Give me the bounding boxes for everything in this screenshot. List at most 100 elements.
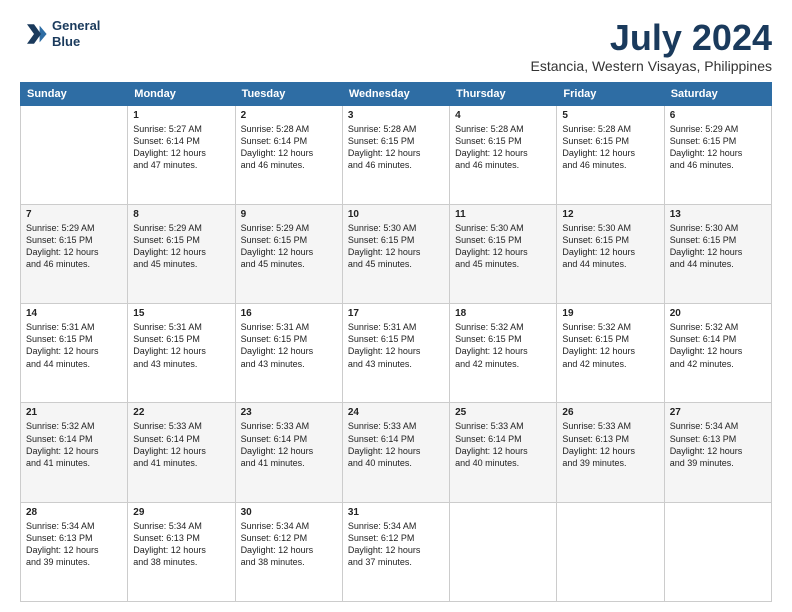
- calendar-cell: 26 Sunrise: 5:33 AM Sunset: 6:13 PM Dayli…: [557, 403, 664, 502]
- calendar-table: SundayMondayTuesdayWednesdayThursdayFrid…: [20, 82, 772, 602]
- calendar-cell: 15 Sunrise: 5:31 AM Sunset: 6:15 PM Dayli…: [128, 304, 235, 403]
- week-row: 7Sunrise: 5:29 AM Sunset: 6:15 PM Daylig…: [21, 204, 772, 303]
- calendar-cell: 31 Sunrise: 5:34 AM Sunset: 6:12 PM Dayli…: [342, 502, 449, 601]
- calendar-cell: 5 Sunrise: 5:28 AM Sunset: 6:15 PM Daylig…: [557, 105, 664, 204]
- day-info: Sunrise: 5:30 AM Sunset: 6:15 PM Dayligh…: [562, 222, 658, 271]
- title-block: July 2024 Estancia, Western Visayas, Phi…: [531, 18, 773, 74]
- day-number: 18: [455, 308, 551, 319]
- calendar-cell: 29Sunrise: 5:34 AM Sunset: 6:13 PM Dayli…: [128, 502, 235, 601]
- weekday-header-thursday: Thursday: [450, 82, 557, 105]
- weekday-header-monday: Monday: [128, 82, 235, 105]
- calendar-cell: 20 Sunrise: 5:32 AM Sunset: 6:14 PM Dayli…: [664, 304, 771, 403]
- day-info: Sunrise: 5:33 AM Sunset: 6:14 PM Dayligh…: [133, 420, 229, 469]
- day-number: 23: [241, 407, 337, 418]
- day-info: Sunrise: 5:29 AM Sunset: 6:15 PM Dayligh…: [26, 222, 122, 271]
- calendar-cell: 8 Sunrise: 5:29 AM Sunset: 6:15 PM Daylig…: [128, 204, 235, 303]
- calendar-cell: 22 Sunrise: 5:33 AM Sunset: 6:14 PM Dayli…: [128, 403, 235, 502]
- calendar-cell: 4 Sunrise: 5:28 AM Sunset: 6:15 PM Daylig…: [450, 105, 557, 204]
- day-info: Sunrise: 5:31 AM Sunset: 6:15 PM Dayligh…: [26, 321, 122, 370]
- calendar-cell: 3 Sunrise: 5:28 AM Sunset: 6:15 PM Daylig…: [342, 105, 449, 204]
- day-number: 11: [455, 209, 551, 220]
- day-number: 30: [241, 507, 337, 518]
- calendar-cell: 28Sunrise: 5:34 AM Sunset: 6:13 PM Dayli…: [21, 502, 128, 601]
- day-number: 25: [455, 407, 551, 418]
- day-info: Sunrise: 5:31 AM Sunset: 6:15 PM Dayligh…: [241, 321, 337, 370]
- location: Estancia, Western Visayas, Philippines: [531, 58, 773, 74]
- day-number: 4: [455, 110, 551, 121]
- calendar-cell: 6Sunrise: 5:29 AM Sunset: 6:15 PM Daylig…: [664, 105, 771, 204]
- day-info: Sunrise: 5:32 AM Sunset: 6:15 PM Dayligh…: [455, 321, 551, 370]
- day-info: Sunrise: 5:34 AM Sunset: 6:12 PM Dayligh…: [348, 520, 444, 569]
- calendar-cell: 27 Sunrise: 5:34 AM Sunset: 6:13 PM Dayli…: [664, 403, 771, 502]
- day-number: 8: [133, 209, 229, 220]
- calendar-cell: 25Sunrise: 5:33 AM Sunset: 6:14 PM Dayli…: [450, 403, 557, 502]
- day-info: Sunrise: 5:28 AM Sunset: 6:15 PM Dayligh…: [455, 123, 551, 172]
- weekday-header-wednesday: Wednesday: [342, 82, 449, 105]
- calendar-cell: [450, 502, 557, 601]
- day-info: Sunrise: 5:31 AM Sunset: 6:15 PM Dayligh…: [133, 321, 229, 370]
- day-number: 31: [348, 507, 444, 518]
- day-number: 14: [26, 308, 122, 319]
- day-info: Sunrise: 5:28 AM Sunset: 6:14 PM Dayligh…: [241, 123, 337, 172]
- calendar-cell: 18 Sunrise: 5:32 AM Sunset: 6:15 PM Dayli…: [450, 304, 557, 403]
- week-row: 28Sunrise: 5:34 AM Sunset: 6:13 PM Dayli…: [21, 502, 772, 601]
- day-info: Sunrise: 5:33 AM Sunset: 6:13 PM Dayligh…: [562, 420, 658, 469]
- day-number: 3: [348, 110, 444, 121]
- logo-icon: [20, 20, 48, 48]
- day-number: 21: [26, 407, 122, 418]
- calendar-cell: 16Sunrise: 5:31 AM Sunset: 6:15 PM Dayli…: [235, 304, 342, 403]
- day-info: Sunrise: 5:32 AM Sunset: 6:14 PM Dayligh…: [670, 321, 766, 370]
- day-number: 9: [241, 209, 337, 220]
- calendar-cell: [557, 502, 664, 601]
- calendar-cell: 19Sunrise: 5:32 AM Sunset: 6:15 PM Dayli…: [557, 304, 664, 403]
- day-number: 24: [348, 407, 444, 418]
- week-row: 21 Sunrise: 5:32 AM Sunset: 6:14 PM Dayli…: [21, 403, 772, 502]
- day-number: 5: [562, 110, 658, 121]
- day-number: 19: [562, 308, 658, 319]
- day-number: 26: [562, 407, 658, 418]
- calendar-cell: 11 Sunrise: 5:30 AM Sunset: 6:15 PM Dayli…: [450, 204, 557, 303]
- day-info: Sunrise: 5:29 AM Sunset: 6:15 PM Dayligh…: [241, 222, 337, 271]
- month-title: July 2024: [531, 18, 773, 58]
- day-number: 2: [241, 110, 337, 121]
- logo: General Blue: [20, 18, 100, 49]
- week-row: 14 Sunrise: 5:31 AM Sunset: 6:15 PM Dayli…: [21, 304, 772, 403]
- day-number: 12: [562, 209, 658, 220]
- calendar-cell: 9 Sunrise: 5:29 AM Sunset: 6:15 PM Daylig…: [235, 204, 342, 303]
- day-number: 10: [348, 209, 444, 220]
- calendar-cell: 12 Sunrise: 5:30 AM Sunset: 6:15 PM Dayli…: [557, 204, 664, 303]
- day-number: 27: [670, 407, 766, 418]
- day-info: Sunrise: 5:34 AM Sunset: 6:13 PM Dayligh…: [26, 520, 122, 569]
- day-info: Sunrise: 5:28 AM Sunset: 6:15 PM Dayligh…: [348, 123, 444, 172]
- day-info: Sunrise: 5:32 AM Sunset: 6:14 PM Dayligh…: [26, 420, 122, 469]
- calendar-cell: 30Sunrise: 5:34 AM Sunset: 6:12 PM Dayli…: [235, 502, 342, 601]
- weekday-header-saturday: Saturday: [664, 82, 771, 105]
- calendar-cell: 17 Sunrise: 5:31 AM Sunset: 6:15 PM Dayli…: [342, 304, 449, 403]
- weekday-header-friday: Friday: [557, 82, 664, 105]
- calendar-header: SundayMondayTuesdayWednesdayThursdayFrid…: [21, 82, 772, 105]
- week-row: 1Sunrise: 5:27 AM Sunset: 6:14 PM Daylig…: [21, 105, 772, 204]
- calendar-cell: 10Sunrise: 5:30 AM Sunset: 6:15 PM Dayli…: [342, 204, 449, 303]
- calendar-cell: 2 Sunrise: 5:28 AM Sunset: 6:14 PM Daylig…: [235, 105, 342, 204]
- calendar-body: 1Sunrise: 5:27 AM Sunset: 6:14 PM Daylig…: [21, 105, 772, 601]
- calendar-cell: [664, 502, 771, 601]
- day-info: Sunrise: 5:29 AM Sunset: 6:15 PM Dayligh…: [133, 222, 229, 271]
- calendar-cell: 13Sunrise: 5:30 AM Sunset: 6:15 PM Dayli…: [664, 204, 771, 303]
- day-number: 29: [133, 507, 229, 518]
- day-info: Sunrise: 5:29 AM Sunset: 6:15 PM Dayligh…: [670, 123, 766, 172]
- day-info: Sunrise: 5:34 AM Sunset: 6:13 PM Dayligh…: [670, 420, 766, 469]
- page: General Blue July 2024 Estancia, Western…: [0, 0, 792, 612]
- day-info: Sunrise: 5:33 AM Sunset: 6:14 PM Dayligh…: [348, 420, 444, 469]
- calendar-cell: 23 Sunrise: 5:33 AM Sunset: 6:14 PM Dayli…: [235, 403, 342, 502]
- day-info: Sunrise: 5:30 AM Sunset: 6:15 PM Dayligh…: [455, 222, 551, 271]
- calendar-cell: 7Sunrise: 5:29 AM Sunset: 6:15 PM Daylig…: [21, 204, 128, 303]
- day-number: 15: [133, 308, 229, 319]
- day-info: Sunrise: 5:33 AM Sunset: 6:14 PM Dayligh…: [241, 420, 337, 469]
- weekday-row: SundayMondayTuesdayWednesdayThursdayFrid…: [21, 82, 772, 105]
- day-info: Sunrise: 5:28 AM Sunset: 6:15 PM Dayligh…: [562, 123, 658, 172]
- day-number: 22: [133, 407, 229, 418]
- day-info: Sunrise: 5:31 AM Sunset: 6:15 PM Dayligh…: [348, 321, 444, 370]
- day-number: 17: [348, 308, 444, 319]
- day-info: Sunrise: 5:27 AM Sunset: 6:14 PM Dayligh…: [133, 123, 229, 172]
- day-number: 20: [670, 308, 766, 319]
